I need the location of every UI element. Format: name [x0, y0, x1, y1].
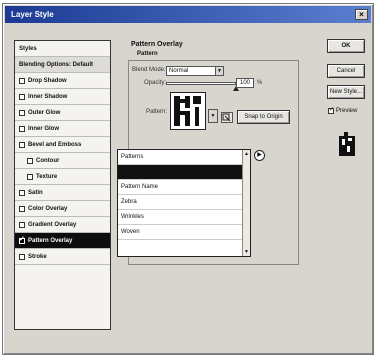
pattern-picker-row[interactable]: Patterns [118, 150, 250, 165]
pattern-label: Pattern: [146, 109, 168, 115]
preview-checkbox[interactable]: ✓ Preview [328, 107, 358, 114]
preview-check-icon[interactable]: ✓ [328, 107, 334, 114]
blend-mode-label: Blend Mode: [132, 67, 166, 73]
style-item-label: Blending Options: Default [19, 61, 93, 68]
scroll-up-icon[interactable]: ▲ [243, 150, 250, 158]
percent-sign: % [257, 80, 263, 86]
style-item-gradient-overlay[interactable]: Gradient Overlay [15, 217, 110, 233]
pattern-picker: Patterns Pattern Name Zebra Wrinkles Woven ▲… [117, 149, 251, 257]
pattern-picker-scrollbar[interactable]: ▲ ▼ [242, 150, 250, 256]
group-frame-bottom [128, 264, 299, 265]
section-title: Pattern Overlay [131, 41, 183, 48]
new-preset-icon [222, 113, 231, 122]
style-item-color-overlay[interactable]: Color Overlay [15, 201, 110, 217]
style-checkbox[interactable] [19, 109, 25, 116]
style-checkbox[interactable] [19, 125, 25, 132]
opacity-slider[interactable] [166, 82, 236, 85]
title-bar[interactable]: Layer Style × [5, 6, 371, 23]
style-item-label: Bevel and Emboss [28, 141, 82, 148]
pattern-dropdown-arrow[interactable]: ▼ [208, 109, 218, 123]
cancel-button[interactable]: Cancel [327, 64, 365, 78]
opacity-field[interactable]: 100 [236, 78, 254, 88]
style-preview-thumbnail [337, 132, 357, 158]
style-item-outer-glow[interactable]: Outer Glow [15, 105, 110, 121]
style-checkbox[interactable] [19, 235, 25, 244]
style-item-bevel-and-emboss[interactable]: Bevel and Emboss [15, 137, 110, 153]
pattern-picker-row[interactable] [118, 165, 250, 180]
pattern-swatch[interactable] [170, 92, 206, 130]
style-item-label: Texture [36, 173, 58, 180]
style-checkbox[interactable] [19, 189, 25, 196]
style-item-label: Contour [36, 157, 60, 164]
style-item-satin[interactable]: Satin [15, 185, 110, 201]
group-title: Pattern [137, 51, 158, 57]
style-preview-icon [339, 132, 355, 156]
pattern-picker-row[interactable]: Wrinkles [118, 210, 250, 225]
close-button[interactable]: × [355, 9, 368, 20]
pattern-picker-row[interactable]: Pattern Name [118, 180, 250, 195]
pattern-picker-list: Patterns Pattern Name Zebra Wrinkles Woven [118, 150, 250, 240]
style-checkbox[interactable] [19, 253, 25, 260]
style-item-label: Stroke [28, 253, 47, 260]
picker-menu-button[interactable]: ▶ [254, 150, 265, 161]
style-item-inner-shadow[interactable]: Inner Shadow [15, 89, 110, 105]
style-item-label: Pattern Overlay [28, 237, 73, 244]
style-item-label: Gradient Overlay [28, 221, 77, 228]
ok-button[interactable]: OK [327, 39, 365, 53]
style-item-label: Outer Glow [28, 109, 61, 116]
style-item-label: Styles [19, 45, 37, 52]
style-item-label: Inner Shadow [28, 93, 68, 100]
blend-mode-value: Normal [169, 68, 189, 74]
preview-label: Preview [336, 108, 358, 114]
style-item-label: Inner Glow [28, 125, 60, 132]
new-style-button[interactable]: New Style... [327, 85, 365, 99]
style-item-label: Color Overlay [28, 205, 68, 212]
style-item-contour[interactable]: Contour [15, 153, 110, 169]
opacity-label: Opacity: [144, 80, 167, 86]
group-frame-top [128, 60, 298, 61]
chevron-down-icon: ▼ [215, 67, 223, 75]
style-item-blending-options-default[interactable]: Blending Options: Default [15, 57, 110, 73]
style-checkbox[interactable] [27, 173, 33, 180]
style-checkbox[interactable] [19, 141, 25, 148]
style-checkbox[interactable] [27, 157, 33, 164]
group-frame-right [298, 60, 299, 264]
style-checkbox[interactable] [19, 77, 25, 84]
blend-mode-select[interactable]: Normal ▼ [166, 66, 224, 76]
style-item-inner-glow[interactable]: Inner Glow [15, 121, 110, 137]
pattern-preview-icon [171, 93, 205, 129]
style-item-stroke[interactable]: Stroke [15, 249, 110, 265]
snap-to-origin-button[interactable]: Snap to Origin [237, 110, 290, 124]
style-checkbox[interactable] [19, 221, 25, 228]
pattern-picker-row[interactable]: Woven [118, 225, 250, 240]
style-item-drop-shadow[interactable]: Drop Shadow [15, 73, 110, 89]
styles-list: Styles Blending Options: Default Drop Shad… [14, 40, 111, 330]
pattern-picker-row[interactable]: Zebra [118, 195, 250, 210]
scroll-down-icon[interactable]: ▼ [243, 248, 250, 256]
style-item-texture[interactable]: Texture [15, 169, 110, 185]
dialog-title: Layer Style [11, 10, 54, 19]
style-item-label: Satin [28, 189, 43, 196]
new-preset-button[interactable] [221, 112, 233, 123]
style-item-pattern-overlay[interactable]: Pattern Overlay [15, 233, 110, 249]
style-item-styles[interactable]: Styles [15, 41, 110, 57]
style-checkbox[interactable] [19, 205, 25, 212]
style-item-label: Drop Shadow [28, 77, 67, 84]
style-checkbox[interactable] [19, 93, 25, 100]
